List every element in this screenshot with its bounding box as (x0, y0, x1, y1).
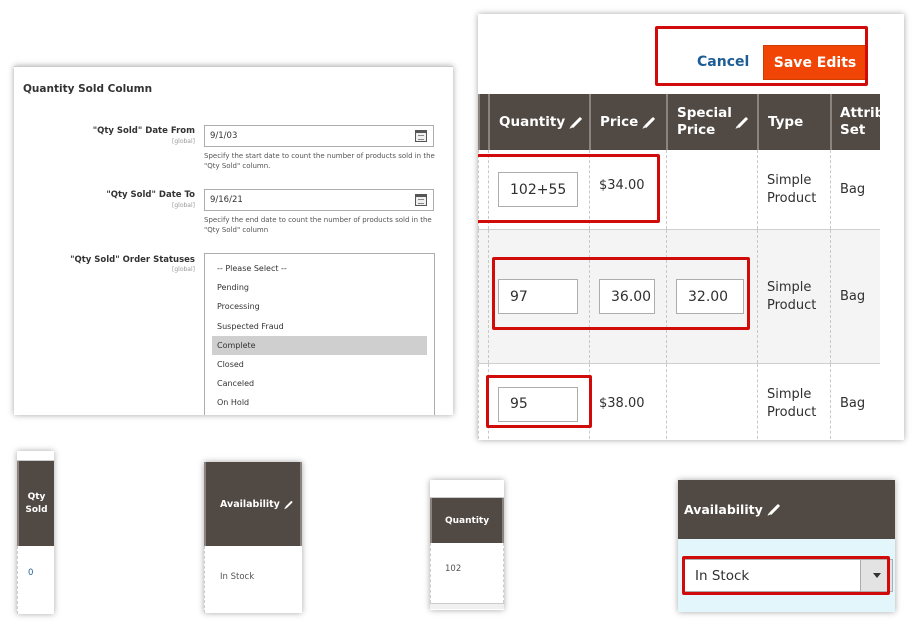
table-row: 95 $38.00 Simple Product Bag (478, 364, 880, 440)
qty-sold-column-crop: Qty Sold 0 (17, 451, 54, 614)
status-option[interactable]: -- Please Select -- (212, 259, 427, 278)
type-cell: Simple Product (757, 364, 830, 440)
table-row: 97 36.00 32.00 Simple Product Bag (478, 230, 880, 364)
order-statuses-multiselect[interactable]: -- Please Select -- Pending Processing S… (204, 253, 435, 415)
cancel-button[interactable]: Cancel (697, 54, 749, 70)
status-option[interactable]: Pending (212, 278, 427, 297)
date-from-input[interactable]: 9/1/03 (204, 125, 434, 147)
date-from-scope: [global] (172, 138, 195, 145)
save-edits-button[interactable]: Save Edits (763, 45, 867, 80)
attribute-set-cell: Bag (830, 150, 880, 229)
date-from-label: "Qty Sold" Date From (92, 126, 195, 136)
pencil-icon (736, 116, 749, 128)
column-header-qty-sold[interactable]: Qty Sold (17, 461, 54, 546)
status-option-selected[interactable]: Complete (212, 335, 427, 355)
product-grid-inline-edit: Cancel Save Edits Quantity Price Special… (478, 14, 904, 440)
order-statuses-label: "Qty Sold" Order Statuses (70, 255, 195, 265)
column-header-partial (478, 94, 488, 150)
status-option[interactable]: Suspected Fraud (212, 317, 427, 336)
table-row: 102+55 $34.00 Simple Product Bag (478, 150, 880, 230)
quantity-input[interactable]: 95 (498, 386, 578, 422)
status-option[interactable]: Closed (212, 355, 427, 374)
pencil-icon (284, 500, 293, 508)
special-price-input[interactable]: 32.00 (676, 279, 744, 314)
availability-column-crop: Availability In Stock (204, 462, 302, 613)
price-cell: $34.00 (589, 150, 666, 229)
column-header-price[interactable]: Price (589, 94, 666, 150)
availability-select[interactable]: In Stock (684, 559, 893, 592)
quantity-value: 102 (430, 543, 504, 603)
type-cell: Simple Product (757, 230, 830, 363)
column-header-availability[interactable]: Availability (678, 480, 895, 539)
price-cell: $38.00 (589, 364, 666, 440)
quantity-input[interactable]: 102+55 (498, 172, 578, 207)
price-input[interactable]: 36.00 (599, 279, 655, 314)
special-price-cell (666, 150, 757, 229)
date-from-note: Specify the start date to count the numb… (204, 152, 435, 170)
date-to-input[interactable]: 9/16/21 (204, 189, 434, 211)
attribute-set-cell: Bag (830, 364, 880, 440)
attribute-set-cell: Bag (830, 230, 880, 363)
pencil-icon (644, 116, 656, 128)
status-option[interactable]: On Hold (212, 393, 427, 412)
date-to-note: Specify the end date to count the number… (204, 216, 432, 234)
column-header-availability[interactable]: Availability (204, 462, 302, 546)
order-statuses-scope: [global] (172, 266, 195, 273)
qty-sold-value: 0 (17, 546, 54, 614)
quantity-input[interactable]: 97 (498, 279, 578, 314)
chevron-down-icon[interactable] (860, 560, 892, 591)
calendar-icon[interactable] (415, 194, 427, 206)
qty-sold-config-panel: Quantity Sold Column "Qty Sold" Date Fro… (14, 66, 453, 415)
type-cell: Simple Product (757, 150, 830, 229)
quantity-column-crop: Quantity 102 (430, 480, 504, 610)
column-header-quantity[interactable]: Quantity (488, 94, 589, 150)
column-header-quantity[interactable]: Quantity (430, 498, 504, 543)
status-option[interactable]: Canceled (212, 374, 427, 393)
grid-header: Quantity Price Special Price Type Attrib… (478, 94, 884, 150)
availability-edit-crop: Availability In Stock (678, 480, 895, 612)
column-header-special-price[interactable]: Special Price (666, 94, 757, 150)
editing-row: In Stock (678, 539, 895, 612)
section-title: Quantity Sold Column (23, 83, 153, 95)
status-option[interactable]: Processing (212, 297, 427, 316)
date-to-label: "Qty Sold" Date To (106, 190, 195, 200)
date-from-value: 9/1/03 (210, 131, 238, 141)
calendar-icon[interactable] (415, 130, 427, 142)
special-price-cell (666, 364, 757, 440)
pencil-icon (570, 116, 583, 128)
column-header-attribute-set[interactable]: Attrib Set (830, 94, 884, 150)
column-header-type[interactable]: Type (757, 94, 830, 150)
date-to-scope: [global] (172, 202, 195, 209)
pencil-icon (768, 503, 780, 516)
availability-value: In Stock (204, 546, 302, 613)
date-to-value: 9/16/21 (210, 195, 243, 205)
